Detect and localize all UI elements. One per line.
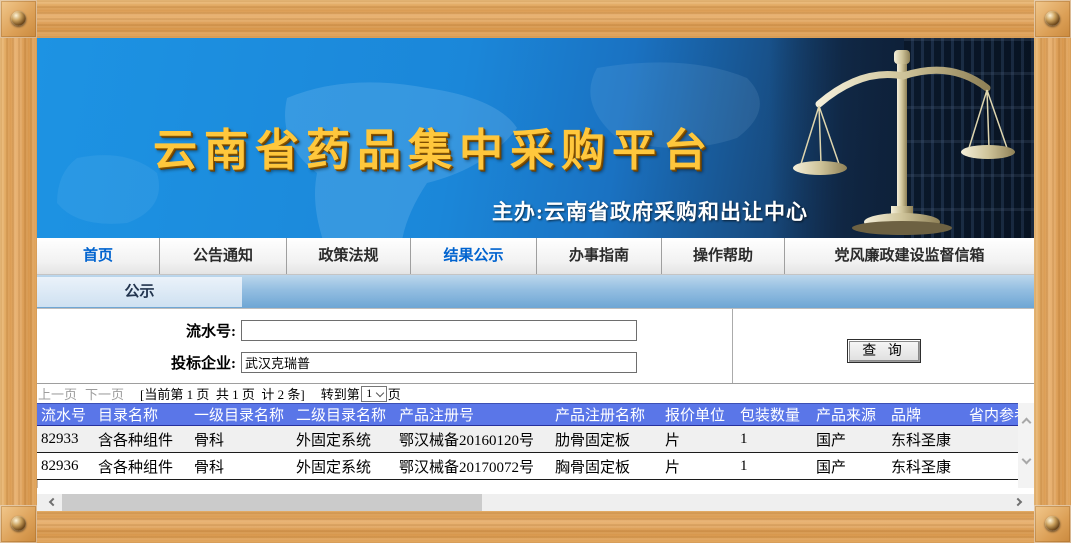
main-navigation: 首页 公告通知 政策法规 结果公示 办事指南 操作帮助 党风廉政建设监督信箱 [37,238,1034,275]
corner-knob-icon [11,516,26,531]
site-banner: 云南省药品集中采购平台 主办:云南省政府采购和出让中心 [37,38,1034,238]
vertical-scrollbar[interactable] [1018,403,1034,488]
query-button[interactable]: 查 询 [847,339,921,363]
table-cell: 鄂汉械备20160120号 [395,429,551,450]
dropdown-arrow-icon [375,388,383,396]
table-cell: 骨科 [190,429,292,450]
table-cell: 鄂汉械备20170072号 [395,456,551,477]
scroll-right-icon[interactable] [1014,498,1022,506]
table-cell: 国产 [812,429,887,450]
frame-corner-bottom-right [1034,505,1071,543]
table-cell: 胸骨固定板 [551,456,661,477]
serial-number-input[interactable] [241,320,637,341]
table-row: 82936 含各种组件 骨科 外固定系统 鄂汉械备20170072号 胸骨固定板… [37,453,1018,480]
table-cell: 东科圣康 [887,429,965,450]
sub-navigation: 公示 [37,275,1034,308]
next-page-link[interactable]: 下一页 [85,384,124,403]
nav-item-announcements[interactable]: 公告通知 [160,238,287,274]
frame-plank-bottom [37,506,1034,543]
goto-page-label: 转到第 [321,384,360,403]
table-cell: 片 [661,456,736,477]
column-header: 品牌 [887,404,965,425]
column-header: 产品注册名称 [551,404,661,425]
nav-item-policies[interactable]: 政策法规 [287,238,411,274]
table-cell: 含各种组件 [94,456,190,477]
justice-scale-illustration [791,42,1016,237]
bidding-company-label: 投标企业: [37,352,241,373]
scroll-up-icon[interactable] [1021,418,1031,428]
column-header: 二级目录名称 [292,404,395,425]
corner-knob-icon [1045,11,1060,26]
table-cell: 外固定系统 [292,456,395,477]
results-table: 流水号 目录名称 一级目录名称 二级目录名称 产品注册号 产品注册名称 报价单位… [37,403,1034,488]
table-cell: 肋骨固定板 [551,429,661,450]
frame-plank-right [1034,38,1071,506]
table-cell: 82933 [37,431,94,448]
serial-number-label: 流水号: [37,320,241,341]
frame-corner-bottom-left [0,505,37,543]
table-cell: 82936 [37,458,94,475]
pagination-summary: [当前第 1 页 共 1 页 计 2 条] [140,384,305,403]
column-header: 产品来源 [812,404,887,425]
pagination-bar: 上一页 下一页 [当前第 1 页 共 1 页 计 2 条] 转到第 1 页 [37,384,1034,403]
column-header: 报价单位 [661,404,736,425]
nav-item-guide[interactable]: 办事指南 [537,238,662,274]
scroll-left-icon[interactable] [49,498,57,506]
subnav-tab-publicity[interactable]: 公示 [37,277,242,307]
page-content: 云南省药品集中采购平台 主办:云南省政府采购和出让中心 首页 公告通知 政策法规… [37,38,1034,506]
table-cell: 1 [736,431,812,448]
frame-corner-top-right [1034,0,1071,38]
frame-plank-left [0,38,37,506]
query-form: 流水号: 投标企业: 查 询 [37,308,1034,384]
table-cell: 外固定系统 [292,429,395,450]
table-cell: 1 [736,458,812,475]
frame-plank-top [37,0,1034,38]
nav-item-help[interactable]: 操作帮助 [662,238,785,274]
corner-knob-icon [1045,516,1060,531]
form-actions: 查 询 [733,309,1034,383]
bidding-company-input[interactable] [241,352,637,373]
site-title: 云南省药品集中采购平台 [153,114,714,178]
scroll-down-icon[interactable] [1021,455,1031,465]
column-header: 包装数量 [736,404,812,425]
table-header-row: 流水号 目录名称 一级目录名称 二级目录名称 产品注册号 产品注册名称 报价单位… [37,403,1018,426]
goto-page-select[interactable]: 1 [361,386,387,402]
table-row: 82933 含各种组件 骨科 外固定系统 鄂汉械备20160120号 肋骨固定板… [37,426,1018,453]
site-subtitle: 主办:云南省政府采购和出让中心 [492,196,808,226]
nav-item-results[interactable]: 结果公示 [411,238,537,274]
banner-photo-panel [769,38,1034,238]
column-header: 流水号 [37,404,94,425]
table-cell: 片 [661,429,736,450]
table-cell: 国产 [812,456,887,477]
column-header: 省内参考价 [965,404,1018,425]
frame-corner-top-left [0,0,37,38]
horizontal-scrollbar[interactable] [37,494,1034,511]
table-cell: 含各种组件 [94,429,190,450]
column-header: 产品注册号 [395,404,551,425]
nav-item-home[interactable]: 首页 [37,238,160,274]
form-fields: 流水号: 投标企业: [37,309,733,383]
column-header: 一级目录名称 [190,404,292,425]
table-cell: 东科圣康 [887,456,965,477]
column-header: 目录名称 [94,404,190,425]
table-cell: 骨科 [190,456,292,477]
horizontal-scroll-thumb[interactable] [62,494,482,511]
corner-knob-icon [11,11,26,26]
prev-page-link[interactable]: 上一页 [38,384,77,403]
goto-page-suffix: 页 [388,384,401,403]
nav-item-supervision-mailbox[interactable]: 党风廉政建设监督信箱 [785,238,1034,274]
goto-page-value: 1 [362,386,377,401]
